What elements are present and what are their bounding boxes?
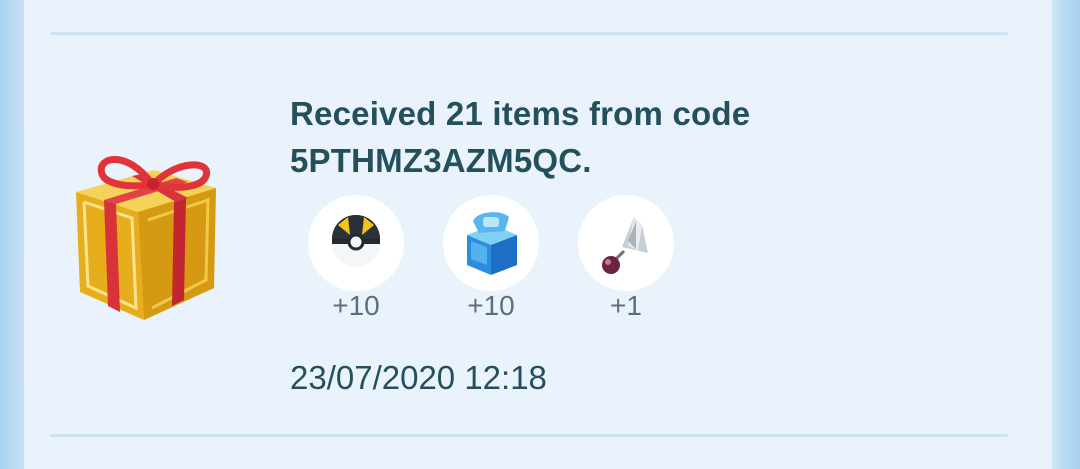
reward-count: +1 [610,290,642,321]
reward-icon-circle [578,195,674,291]
entry-title: Received 21 items from code 5PTHMZ3AZM5Q… [290,90,990,184]
reward-item: +1 [578,195,674,323]
reward-icon-circle [308,195,404,291]
blue-crate-icon [467,212,517,275]
top-divider [50,32,1008,35]
gift-box-icon [66,150,226,330]
bottom-divider [50,434,1008,437]
entry-title-code: 5PTHMZ3AZM5QC. [290,142,592,179]
reward-item: +10 [443,195,539,323]
reward-count: +10 [467,290,515,321]
reward-count: +10 [332,290,380,321]
reward-item: +10 [308,195,404,323]
reward-icon-circle [443,195,539,291]
ultra-ball-icon [332,215,380,267]
crystal-shard-icon [602,217,648,274]
entry-title-line1: Received 21 items from code [290,95,751,132]
entry-timestamp: 23/07/2020 12:18 [290,359,547,396]
